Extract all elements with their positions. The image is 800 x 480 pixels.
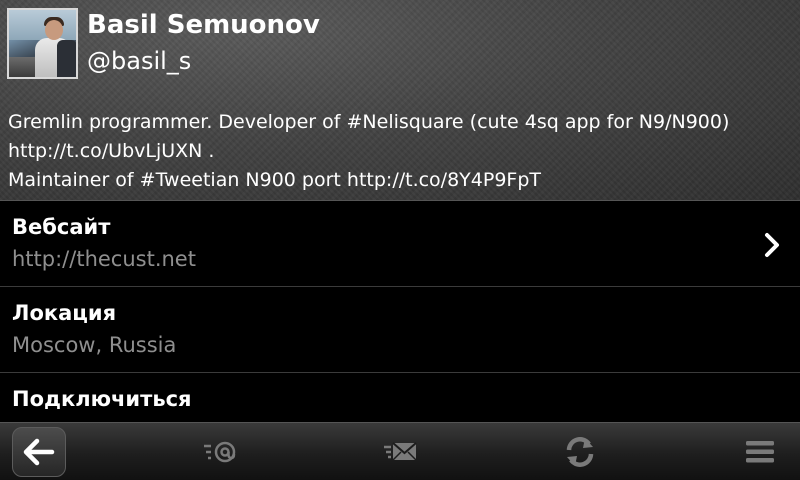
website-value: http://thecust.net xyxy=(12,247,196,271)
avatar[interactable] xyxy=(7,8,78,79)
username: @basil_s xyxy=(87,47,192,75)
location-label: Локация xyxy=(12,301,117,325)
website-row[interactable]: Вебсайт http://thecust.net xyxy=(0,201,800,287)
refresh-icon xyxy=(566,437,594,467)
website-label: Вебсайт xyxy=(12,215,111,239)
back-arrow-icon xyxy=(23,438,55,466)
profile-header: Basil Semuonov @basil_s Gremlin programm… xyxy=(0,0,800,201)
messages-button[interactable] xyxy=(376,427,424,477)
bio-line: http://t.co/UbvLjUXN . xyxy=(8,140,215,162)
profile-page: Basil Semuonov @basil_s Gremlin programm… xyxy=(0,0,800,480)
direct-messages-icon xyxy=(384,442,417,461)
back-button[interactable] xyxy=(12,427,66,477)
display-name: Basil Semuonov xyxy=(87,10,320,40)
refresh-button[interactable] xyxy=(556,427,604,477)
mentions-icon xyxy=(204,441,236,463)
menu-icon xyxy=(746,441,774,463)
bio: Gremlin programmer. Developer of #Nelisq… xyxy=(8,108,793,195)
connect-label: Подключиться xyxy=(12,387,192,411)
menu-button[interactable] xyxy=(736,427,784,477)
bio-line: Maintainer of #Tweetian N900 port http:/… xyxy=(8,169,542,191)
chevron-right-icon xyxy=(765,233,779,257)
mentions-button[interactable] xyxy=(196,427,244,477)
location-row: Локация Moscow, Russia xyxy=(0,287,800,373)
bio-line: Gremlin programmer. Developer of #Nelisq… xyxy=(8,111,730,133)
location-value: Moscow, Russia xyxy=(12,333,177,357)
bottom-toolbar xyxy=(0,422,800,480)
